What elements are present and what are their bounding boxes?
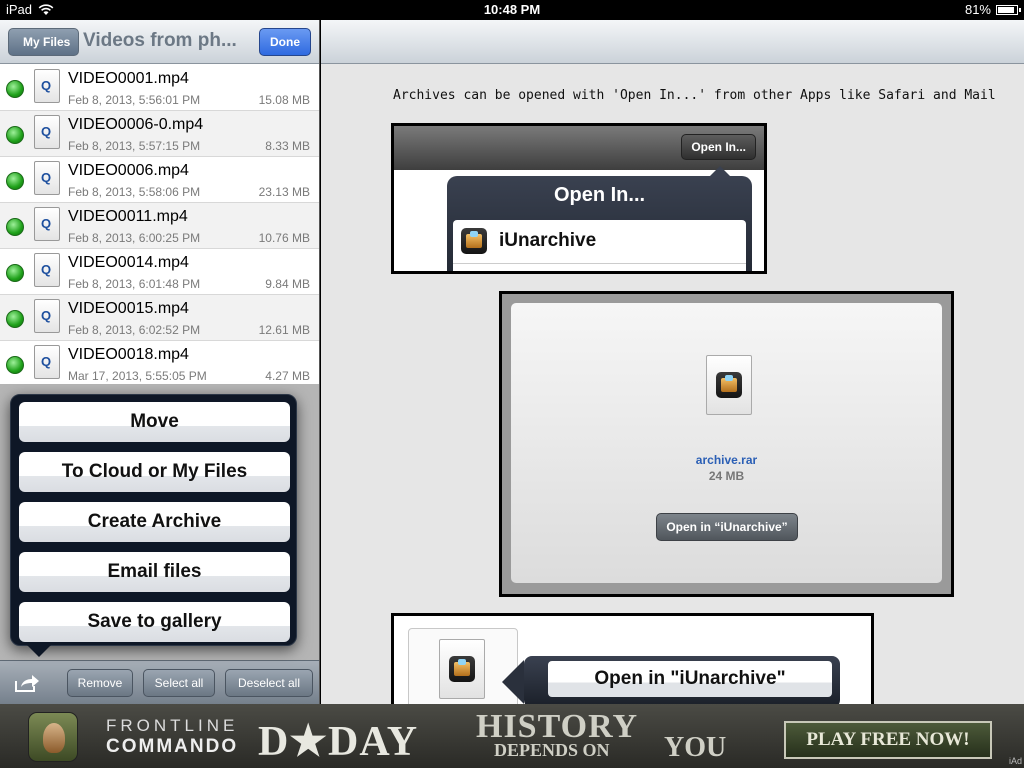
file-size: 15.08 MB xyxy=(258,93,310,107)
archive-file-icon xyxy=(439,639,485,699)
callout-label: Open in "iUnarchive" xyxy=(548,661,832,697)
ad-line2: COMMANDO xyxy=(106,736,239,757)
select-all-button[interactable]: Select all xyxy=(143,669,215,697)
status-bar: iPad 10:48 PM 81% xyxy=(0,0,1024,20)
iunarchive-app-icon xyxy=(461,228,487,254)
illustration-open-in-button: Open In... xyxy=(681,134,756,160)
archive-file-icon xyxy=(706,355,752,415)
selected-indicator-icon[interactable] xyxy=(6,264,24,282)
selected-indicator-icon[interactable] xyxy=(6,172,24,190)
video-file-icon xyxy=(34,69,60,103)
preview-file-size: 24 MB xyxy=(708,469,745,483)
ad-depends-on: DEPENDS ON xyxy=(494,740,610,760)
battery-icon xyxy=(996,4,1021,15)
file-name: VIDEO0011.mp4 xyxy=(68,208,188,225)
file-row[interactable]: VIDEO0014.mp4 Feb 8, 2013, 6:01:48 PM 9.… xyxy=(0,249,319,295)
video-file-icon xyxy=(34,161,60,195)
file-name: VIDEO0006-0.mp4 xyxy=(68,116,204,133)
right-navbar xyxy=(321,20,1024,64)
open-in-callout: Open in "iUnarchive" xyxy=(502,656,840,704)
remove-button[interactable]: Remove xyxy=(67,669,133,697)
status-time: 10:48 PM xyxy=(483,2,541,17)
file-name: VIDEO0015.mp4 xyxy=(68,300,189,317)
illustration-open-in-popover: Open In... iUnarchive xyxy=(447,166,752,271)
file-list: VIDEO0001.mp4 Feb 8, 2013, 5:56:01 PM 15… xyxy=(0,65,319,387)
file-size: 8.33 MB xyxy=(265,139,310,153)
file-name: VIDEO0001.mp4 xyxy=(68,70,189,87)
file-date: Feb 8, 2013, 6:00:25 PM xyxy=(68,231,201,245)
iad-label: iAd xyxy=(1008,756,1022,766)
ad-brand: D★DAY xyxy=(258,719,419,765)
illustration-app-label: iUnarchive xyxy=(499,230,597,251)
file-row[interactable]: VIDEO0015.mp4 Feb 8, 2013, 6:02:52 PM 12… xyxy=(0,295,319,341)
to-cloud-button[interactable]: To Cloud or My Files xyxy=(19,452,290,492)
selected-indicator-icon[interactable] xyxy=(6,126,24,144)
illustration-app-item: iUnarchive xyxy=(453,220,746,271)
file-name: VIDEO0006.mp4 xyxy=(68,162,189,179)
email-files-button[interactable]: Email files xyxy=(19,552,290,592)
divider xyxy=(453,263,746,264)
file-size: 9.84 MB xyxy=(265,277,310,291)
file-row[interactable]: VIDEO0006-0.mp4 Feb 8, 2013, 5:57:15 PM … xyxy=(0,111,319,157)
ad-line1: FRONTLINE xyxy=(106,716,239,735)
video-file-icon xyxy=(34,253,60,287)
create-archive-button[interactable]: Create Archive xyxy=(19,502,290,542)
ad-you: YOU xyxy=(664,732,727,763)
selected-indicator-icon[interactable] xyxy=(6,356,24,374)
action-popover: Move To Cloud or My Files Create Archive… xyxy=(10,394,297,657)
video-file-icon xyxy=(34,345,60,379)
help-panel: Archives can be opened with 'Open In...'… xyxy=(321,20,1024,704)
file-date: Feb 8, 2013, 5:56:01 PM xyxy=(68,93,201,107)
file-name: VIDEO0018.mp4 xyxy=(68,346,189,363)
video-file-icon xyxy=(34,299,60,333)
selected-indicator-icon[interactable] xyxy=(6,80,24,98)
move-button[interactable]: Move xyxy=(19,402,290,442)
game-soldier-icon xyxy=(28,712,78,762)
file-row[interactable]: VIDEO0018.mp4 Mar 17, 2013, 5:55:05 PM 4… xyxy=(0,341,319,387)
archive-box-icon xyxy=(449,656,475,682)
folder-title: Videos from ph... xyxy=(83,30,237,51)
deselect-all-button[interactable]: Deselect all xyxy=(225,669,313,697)
selected-indicator-icon[interactable] xyxy=(6,218,24,236)
selected-indicator-icon[interactable] xyxy=(6,310,24,328)
illustration-open-in-app-button: Open in “iUnarchive” xyxy=(656,513,798,541)
file-size: 23.13 MB xyxy=(258,185,310,199)
file-name: VIDEO0014.mp4 xyxy=(68,254,189,271)
share-icon[interactable] xyxy=(14,673,40,693)
file-date: Feb 8, 2013, 5:58:06 PM xyxy=(68,185,201,199)
illustration-toolbar: Open In... xyxy=(394,126,764,170)
file-preview-card: archive.rar 24 MB Open in “iUnarchive” xyxy=(511,303,942,583)
help-text: Archives can be opened with 'Open In...'… xyxy=(393,88,996,103)
ad-banner[interactable]: FRONTLINE COMMANDO D★DAY HISTORY DEPENDS… xyxy=(0,704,1024,768)
archive-box-icon xyxy=(716,372,742,398)
left-navbar: My Files Videos from ph... Done xyxy=(0,20,319,64)
file-row[interactable]: VIDEO0001.mp4 Feb 8, 2013, 5:56:01 PM 15… xyxy=(0,65,319,111)
file-date: Feb 8, 2013, 6:02:52 PM xyxy=(68,323,201,337)
file-date: Mar 17, 2013, 5:55:05 PM xyxy=(68,369,207,383)
video-file-icon xyxy=(34,115,60,149)
done-button[interactable]: Done xyxy=(259,28,311,56)
save-to-gallery-button[interactable]: Save to gallery xyxy=(19,602,290,642)
open-in-callout-illustration: Open in "iUnarchive" xyxy=(391,613,874,704)
video-file-icon xyxy=(34,207,60,241)
illustration-popover-title: Open In... xyxy=(553,184,646,206)
back-button[interactable]: My Files xyxy=(8,28,80,56)
file-row[interactable]: VIDEO0011.mp4 Feb 8, 2013, 6:00:25 PM 10… xyxy=(0,203,319,249)
file-date: Feb 8, 2013, 5:57:15 PM xyxy=(68,139,201,153)
file-size: 10.76 MB xyxy=(258,231,310,245)
open-in-illustration: Open In... Open In... iUnarchive xyxy=(391,123,767,274)
file-size: 12.61 MB xyxy=(258,323,310,337)
file-preview-illustration: archive.rar 24 MB Open in “iUnarchive” xyxy=(499,291,954,597)
file-date: Feb 8, 2013, 6:01:48 PM xyxy=(68,277,201,291)
preview-file-name: archive.rar xyxy=(695,453,758,467)
bottom-toolbar: Remove Select all Deselect all xyxy=(0,660,319,704)
play-free-now-button[interactable]: PLAY FREE NOW! xyxy=(784,721,992,759)
file-size: 4.27 MB xyxy=(265,369,310,383)
file-row[interactable]: VIDEO0006.mp4 Feb 8, 2013, 5:58:06 PM 23… xyxy=(0,157,319,203)
battery-percent: 81% xyxy=(964,2,991,17)
